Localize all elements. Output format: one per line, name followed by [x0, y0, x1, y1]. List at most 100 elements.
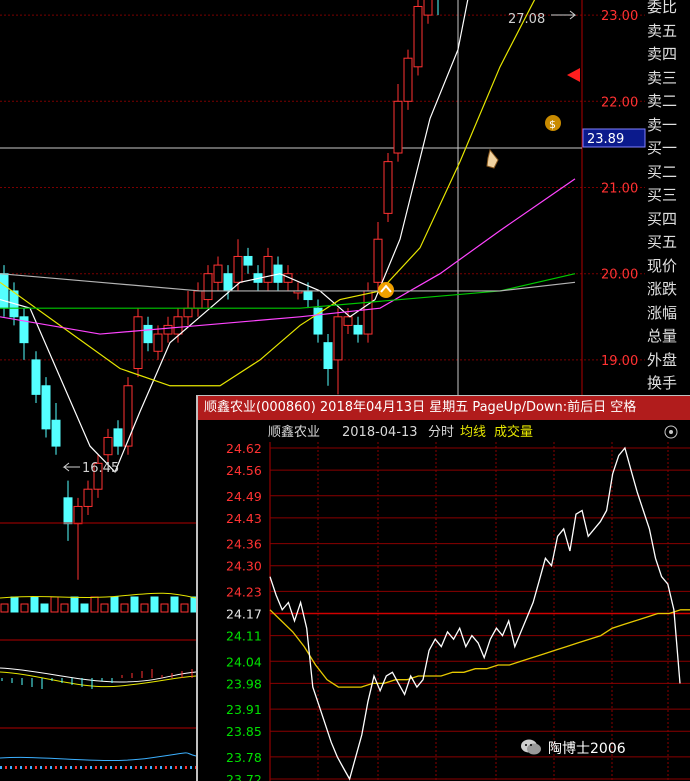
- volume-bar: [160, 603, 169, 613]
- indicator-dot: [15, 766, 17, 769]
- volume-bar: [120, 603, 129, 613]
- indicator-dot: [20, 766, 22, 769]
- price-tick-label: 19.00: [601, 354, 638, 369]
- indicator-dot: [95, 766, 97, 769]
- candle-up: [393, 100, 403, 154]
- volume-bar: [60, 603, 69, 613]
- side-panel-label: 买四: [647, 209, 678, 228]
- hand-cursor-icon: [486, 148, 499, 169]
- low-arrow-icon: [62, 462, 80, 472]
- intraday-volume-label: 成交量: [494, 424, 533, 440]
- buy-signal-icon: [378, 282, 394, 298]
- candle-down: [353, 324, 363, 335]
- volume-bar: [20, 603, 29, 613]
- candle-up: [423, 0, 433, 16]
- volume-bar: [70, 596, 79, 613]
- intraday-price-tick: 24.30: [226, 559, 262, 574]
- indicator-dot: [155, 766, 157, 769]
- volume-bar: [90, 596, 99, 613]
- indicator-dot: [140, 766, 142, 769]
- candle-up: [83, 488, 93, 507]
- volume-bar: [140, 603, 149, 613]
- price-tick-label: 23.00: [601, 9, 638, 24]
- indicator-dot: [130, 766, 132, 769]
- candle-down: [323, 342, 333, 370]
- candle-up: [373, 238, 383, 283]
- indicator-dot: [5, 766, 7, 769]
- popup-title-bar[interactable]: 顺鑫农业(000860) 2018年04月13日 星期五 PageUp/Down…: [198, 396, 690, 420]
- indicator-dot: [115, 766, 117, 769]
- candle-down: [113, 428, 123, 447]
- candle-down: [143, 324, 153, 344]
- side-panel-label: 换手: [647, 374, 678, 392]
- candle-up: [203, 273, 213, 301]
- volume-ma-line: [0, 592, 197, 599]
- indicator-dot: [190, 766, 192, 769]
- indicator-dot: [70, 766, 72, 769]
- indicator-dot: [180, 766, 182, 769]
- side-panel-label: 卖二: [647, 92, 678, 110]
- side-panel-label: 外盘: [647, 350, 678, 369]
- volume-bar: [80, 603, 89, 613]
- ma20-line: [0, 178, 576, 335]
- indicator-dot: [85, 766, 87, 769]
- indicator-dot: [110, 766, 112, 769]
- indicator-dot: [175, 766, 177, 769]
- volume-bar: [50, 596, 59, 613]
- intraday-popup-window[interactable]: 顺鑫农业(000860) 2018年04月13日 星期五 PageUp/Down…: [196, 395, 690, 781]
- volume-bar: [40, 603, 49, 613]
- indicator-dot: [150, 766, 152, 769]
- indicator-dot: [75, 766, 77, 769]
- low-price-marker: 16.45: [82, 461, 119, 476]
- indicator-dot: [105, 766, 107, 769]
- indicator-dot: [30, 766, 32, 769]
- candle-down: [31, 359, 41, 395]
- side-panel-label: 卖三: [647, 68, 678, 87]
- volume-bar: [180, 603, 189, 613]
- volume-bar: [110, 596, 119, 613]
- indicator-dot: [0, 766, 2, 769]
- indicator-dot: [170, 766, 172, 769]
- side-panel-label: 卖五: [647, 21, 678, 40]
- price-tick-label: 22.00: [601, 95, 638, 110]
- candle-up: [123, 385, 133, 447]
- indicator-dot: [10, 766, 12, 769]
- intraday-price-tick: 24.17: [226, 607, 262, 622]
- intraday-price-tick: 24.43: [226, 511, 262, 526]
- indicator-line: [0, 752, 197, 762]
- candle-up: [413, 5, 423, 68]
- candle-up: [343, 316, 353, 326]
- intraday-price-tick: 23.78: [226, 750, 262, 765]
- side-panel-label: 现价: [647, 256, 678, 275]
- indicator-dot: [125, 766, 127, 769]
- side-panel-label: 卖四: [647, 45, 678, 63]
- money-bag-symbol: $: [549, 118, 556, 131]
- candle-up: [363, 290, 373, 335]
- indicator-dot: [25, 766, 27, 769]
- indicator-dot: [90, 766, 92, 769]
- indicator-dot: [100, 766, 102, 769]
- side-panel-label: 买五: [647, 233, 678, 251]
- indicator-dot: [120, 766, 122, 769]
- candle-up: [213, 264, 223, 283]
- candle-down: [0, 273, 9, 309]
- intraday-price-tick: 24.36: [226, 537, 262, 552]
- candle-up: [133, 316, 143, 370]
- side-panel-label: 总量: [647, 327, 678, 345]
- volume-bar: [30, 596, 39, 613]
- price-tick-label: 20.00: [601, 268, 638, 283]
- intraday-price-tick: 24.23: [226, 584, 262, 599]
- candle-up: [193, 290, 203, 309]
- candle-up: [103, 436, 113, 456]
- sell-signal-triangle-icon: [567, 68, 580, 82]
- intraday-price-tick: 24.04: [226, 654, 262, 669]
- intraday-chart[interactable]: 顺鑫农业 2018-04-13 分时 均线 成交量 24.62 24.56 24.49 24.4…: [198, 420, 690, 781]
- volume-bar: [0, 603, 9, 613]
- intraday-stock-name: 顺鑫农业: [268, 424, 320, 440]
- volume-bar: [150, 596, 159, 613]
- volume-bar: [100, 603, 109, 613]
- indicator-dot: [60, 766, 62, 769]
- candle-down: [223, 273, 233, 292]
- intraday-price-tick: 23.91: [226, 702, 262, 717]
- price-tick-label: 21.00: [601, 182, 638, 197]
